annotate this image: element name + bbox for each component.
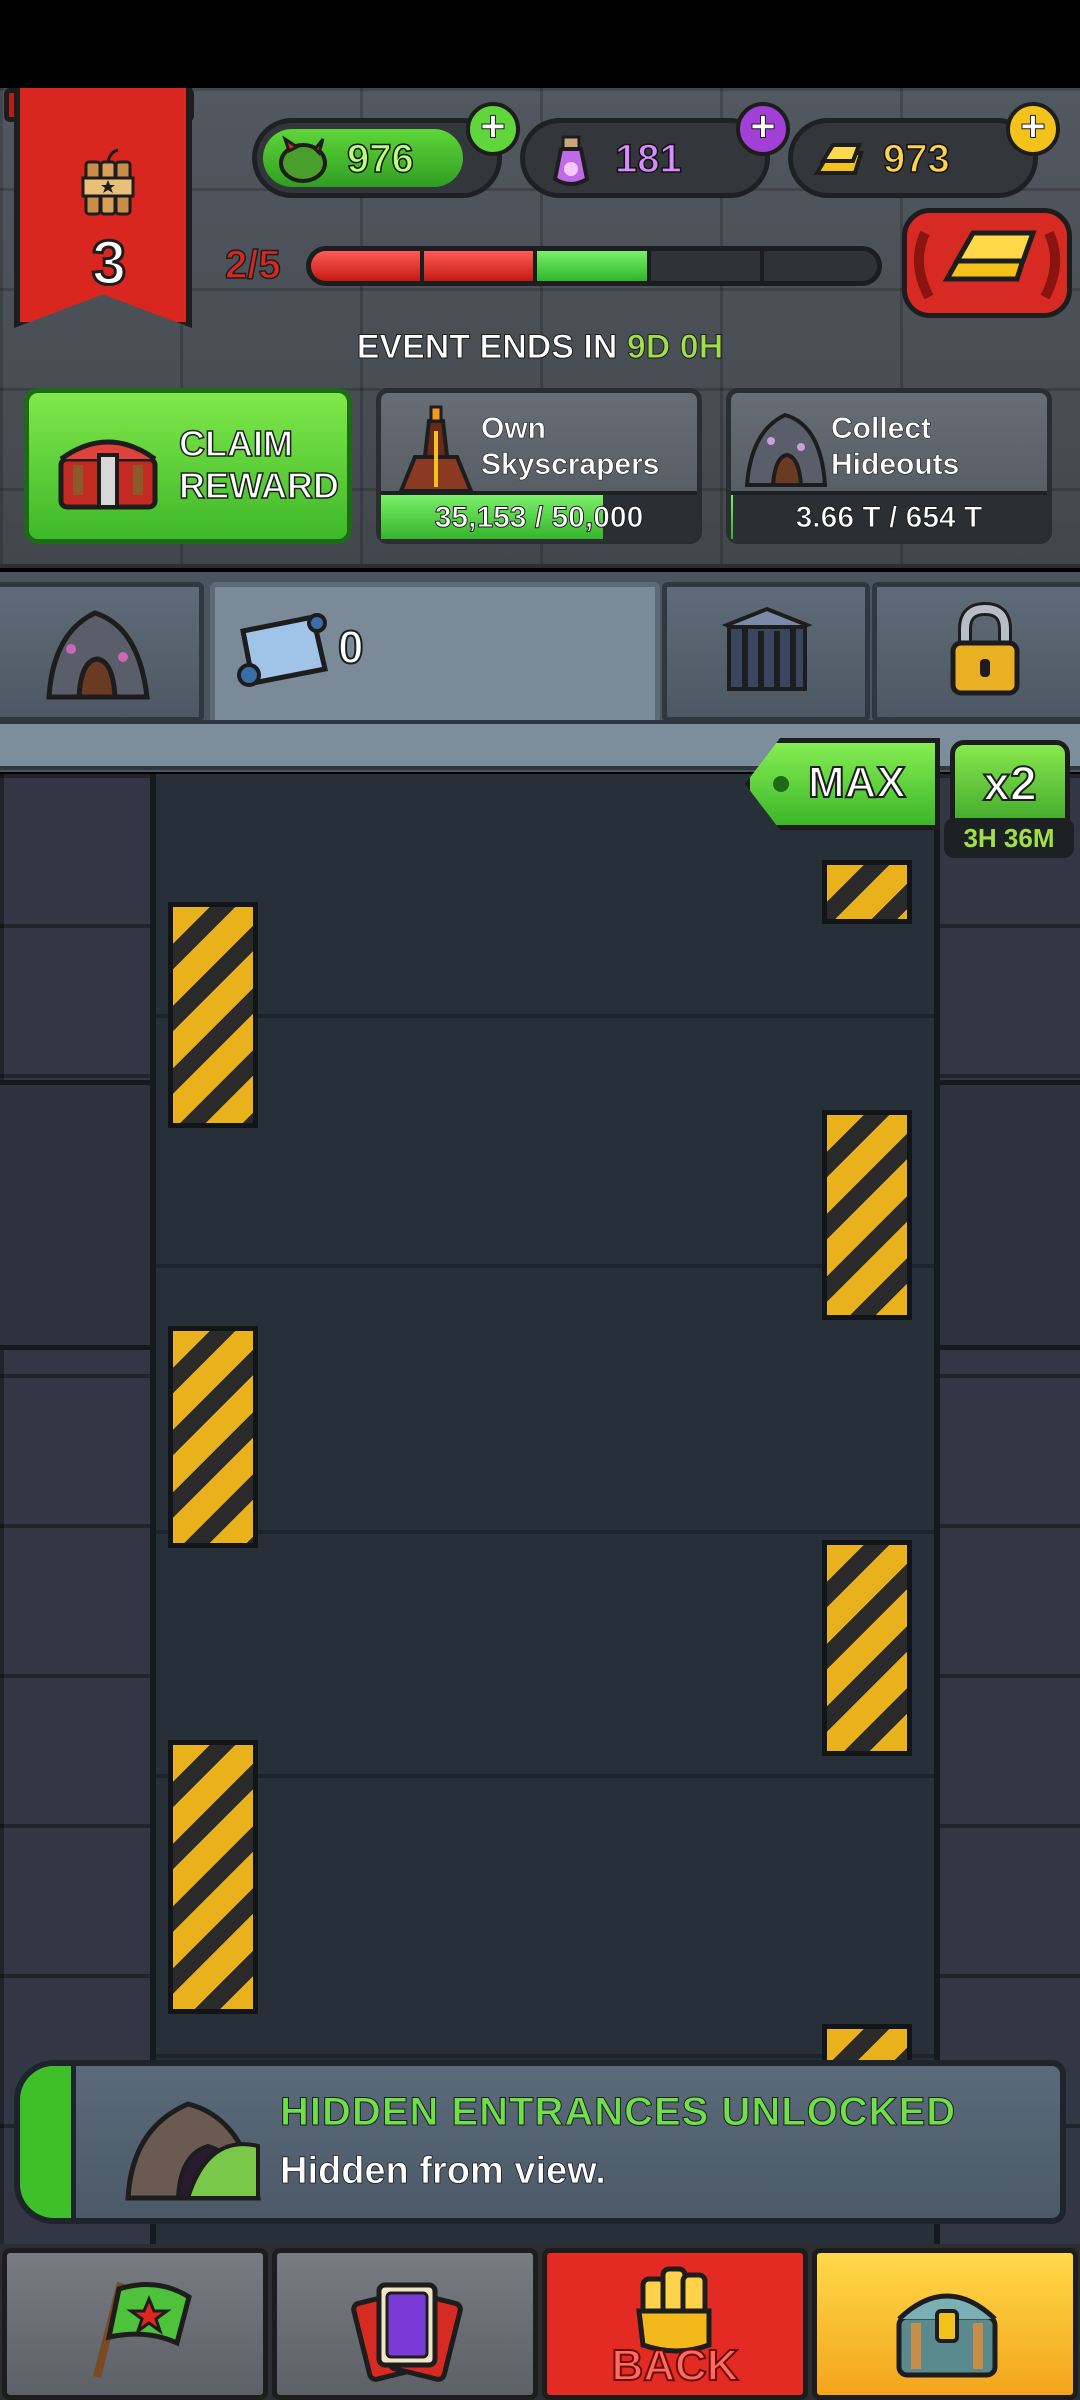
dynamite-icon xyxy=(81,148,135,216)
event-timer-prefix: EVENT ENDS IN xyxy=(356,328,618,367)
task-title: Own Skyscrapers xyxy=(481,411,660,483)
task-own-skyscrapers[interactable]: Own Skyscrapers 35,153 / 50,000 xyxy=(376,388,702,544)
top-hud: 3 976 + 181 + 973 + 2/5 EVENT ENDS IN 9D… xyxy=(0,88,1080,568)
progress-segment xyxy=(424,251,538,281)
level-number: 3 xyxy=(90,228,127,300)
potion-icon xyxy=(552,135,590,186)
shaft-plank xyxy=(156,2054,934,2058)
back-label: BACK xyxy=(610,2340,739,2391)
unlock-notification[interactable]: HIDDEN ENTRANCES UNLOCKED Hidden from vi… xyxy=(14,2060,1066,2224)
hazard-stripe-panel xyxy=(168,1326,258,1548)
task-progress-bar: 35,153 / 50,000 xyxy=(381,491,697,539)
add-gold-button[interactable]: + xyxy=(1006,102,1060,156)
notification-accent-bar xyxy=(20,2066,76,2218)
add-potion-button[interactable]: + xyxy=(736,102,790,156)
task-progress-text: 3.66 T / 654 T xyxy=(795,501,983,535)
event-progress-label: 2/5 xyxy=(224,242,281,288)
gold-laurel-icon xyxy=(913,230,1061,300)
blueprint-map-icon xyxy=(237,613,329,687)
progress-segment xyxy=(311,251,425,281)
tab-locked[interactable] xyxy=(872,582,1080,722)
shaft-plank xyxy=(156,1264,934,1268)
level-banner[interactable]: 3 xyxy=(14,88,192,328)
hazard-stripe-panel xyxy=(168,1740,258,2014)
skyscraper-icon xyxy=(398,405,474,493)
progress-segment-current xyxy=(537,251,651,281)
task-progress-text: 35,153 / 50,000 xyxy=(434,501,644,535)
gold-counter: 973 xyxy=(788,118,1038,198)
tab-hideouts[interactable] xyxy=(0,582,204,722)
hazard-stripe-panel xyxy=(822,1110,912,1320)
gold-value: 973 xyxy=(882,136,950,182)
notification-title: HIDDEN ENTRANCES UNLOCKED xyxy=(279,2090,957,2135)
add-cash-button[interactable]: + xyxy=(466,102,520,156)
claim-reward-label: CLAIM REWARD xyxy=(178,422,340,507)
potion-value: 181 xyxy=(614,136,682,182)
blueprint-count: 0 xyxy=(337,620,365,674)
hideout-shaft-area xyxy=(0,774,1080,2244)
hazard-stripe-panel xyxy=(822,1540,912,1756)
event-timer-value: 9D 0H xyxy=(626,328,724,367)
hidden-entrance-icon xyxy=(125,2101,261,2201)
x2-boost-label: x2 xyxy=(982,757,1037,812)
nav-back-button[interactable]: BACK xyxy=(542,2248,808,2400)
treasure-chest-icon xyxy=(896,2293,998,2378)
task-collect-hideouts[interactable]: Collect Hideouts 3.66 T / 654 T xyxy=(726,388,1052,544)
max-button-dot xyxy=(773,776,789,792)
hazard-stripe-panel xyxy=(822,860,912,924)
hideout-icon xyxy=(744,412,828,487)
flag-icon xyxy=(93,2282,192,2378)
progress-segment xyxy=(650,251,764,281)
event-timer: EVENT ENDS IN 9D 0H xyxy=(0,328,1080,367)
shaft-plank xyxy=(156,1530,934,1534)
cash-counter: 976 xyxy=(252,118,502,198)
nav-cards-button[interactable] xyxy=(272,2248,538,2400)
potion-counter: 181 xyxy=(520,118,770,198)
bottom-navigation: BACK xyxy=(0,2244,1080,2400)
gold-reward-button[interactable] xyxy=(902,208,1072,318)
cards-icon xyxy=(351,2282,463,2382)
nav-missions-button[interactable] xyxy=(2,2248,268,2400)
hazard-stripe-panel xyxy=(168,902,258,1128)
nav-chest-button[interactable] xyxy=(812,2248,1078,2400)
claim-reward-button[interactable]: CLAIM REWARD xyxy=(24,388,352,544)
task-title: Collect Hideouts xyxy=(831,411,960,483)
gold-bar-icon xyxy=(813,143,864,175)
max-button-label: MAX xyxy=(807,757,907,808)
reward-chest-icon xyxy=(58,439,158,510)
shaft-plank xyxy=(156,1774,934,1778)
hideout-icon xyxy=(46,610,150,700)
cash-icon xyxy=(279,135,327,183)
shaft-plank xyxy=(156,1014,934,1018)
cage-icon xyxy=(721,606,813,691)
task-progress-bar: 3.66 T / 654 T xyxy=(731,491,1047,539)
task-title-text: Collect Hideouts xyxy=(831,412,960,482)
cash-value: 976 xyxy=(346,136,414,182)
status-bar xyxy=(0,0,1080,88)
boost-timer: 3H 36M xyxy=(944,818,1074,858)
task-title-text: Own Skyscrapers xyxy=(481,412,660,482)
event-progress-bar xyxy=(306,246,882,286)
notification-subtitle: Hidden from view. xyxy=(280,2150,607,2193)
lock-icon xyxy=(950,601,1020,696)
progress-segment xyxy=(763,251,877,281)
tab-blueprints[interactable] xyxy=(210,582,660,742)
tab-prison[interactable] xyxy=(662,582,870,722)
